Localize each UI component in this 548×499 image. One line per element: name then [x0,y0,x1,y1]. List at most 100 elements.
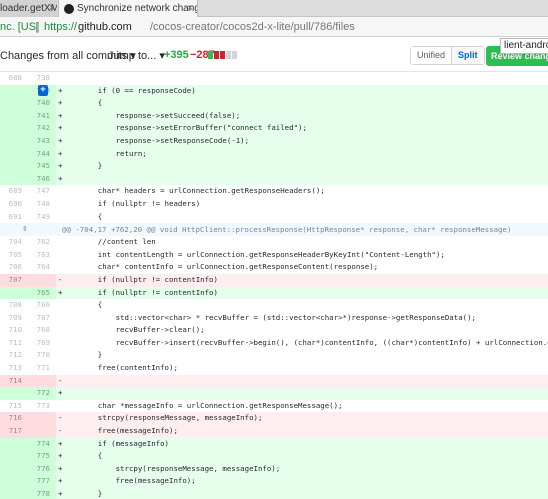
new-line-number[interactable]: 765 [28,286,56,300]
old-line-number[interactable]: 715 [0,399,28,413]
new-line-number[interactable]: 749 [28,210,56,224]
new-line-number[interactable]: 775 [28,450,56,463]
diff-marker: + [58,161,63,171]
browser-tab-active[interactable]: Synchronize network changes × [58,0,198,17]
new-line-number[interactable]: 762 [28,236,56,249]
new-line-number[interactable]: 773 [28,399,56,413]
new-line-number[interactable]: 769 [28,336,56,350]
address-bar[interactable]: nc. [US] | https:// github.com /cocos-cr… [0,17,548,37]
browser-tab[interactable]: loader.getXM × [0,0,57,17]
old-line-number[interactable] [0,97,28,110]
old-line-number[interactable]: 690 [0,197,28,211]
diff-line: 741 + response->setSucceed(false); [0,109,548,123]
new-line-number[interactable] [28,374,56,388]
diff-marker: + [58,489,63,498]
add-comment-icon[interactable]: + [38,84,48,96]
browser-tab-bar: loader.getXM × Synchronize network chang… [0,0,548,17]
old-line-number[interactable]: 714 [0,374,28,388]
old-line-number[interactable] [0,122,28,135]
code-text: if (nullptr != contentInfo) [80,274,218,284]
new-line-number[interactable]: 778 [28,488,56,499]
diff-line: 777 + free(messageInfo); [0,475,548,488]
diff-line: 711 769 recvBuffer->insert(recvBuffer->be… [0,336,548,350]
old-line-number[interactable]: 688 [0,72,28,85]
old-line-number[interactable]: 704 [0,236,28,249]
tooltip: lient-android [500,38,548,54]
new-line-number[interactable]: 738 [28,72,56,85]
old-line-number[interactable]: 689 [0,185,28,198]
unified-view-button[interactable]: Unified [411,47,453,64]
new-line-number[interactable]: 777 [28,475,56,488]
diff-view-toggle: Unified Split [410,46,485,65]
close-icon[interactable]: × [49,0,55,17]
new-line-number[interactable] [28,425,56,438]
new-line-number[interactable]: 745 [28,160,56,173]
old-line-number[interactable]: 705 [0,248,28,262]
old-line-number[interactable]: 691 [0,210,28,224]
tab-title: Synchronize network changes [77,3,198,14]
code-text: { [80,451,103,461]
new-line-number[interactable]: 741 [28,109,56,123]
code-text: char* headers = urlConnection.getRespons… [80,186,325,196]
old-line-number[interactable]: 713 [0,362,28,375]
new-line-number[interactable]: 764 [28,261,56,274]
new-line-number[interactable]: 772 [28,387,56,400]
old-line-number[interactable] [0,462,28,476]
diff-marker: + [58,388,63,398]
hunk-header-row: ⇳ @@ -704,17 +762,20 @@ void HttpClient::… [0,223,548,237]
old-line-number[interactable]: 709 [0,311,28,325]
old-line-number[interactable] [0,475,28,488]
old-line-number[interactable] [0,286,28,300]
old-line-number[interactable] [0,387,28,400]
new-line-number[interactable]: 743 [28,134,56,148]
old-line-number[interactable]: 710 [0,324,28,337]
old-line-number[interactable] [0,134,28,148]
old-line-number[interactable] [0,488,28,499]
new-line-number[interactable]: 766 [28,299,56,312]
split-view-button[interactable]: Split [452,47,484,64]
pr-files-toolbar: Changes from all commits ▾ Jump to... ▾ … [0,38,548,72]
new-line-number[interactable]: 776 [28,462,56,476]
new-line-number[interactable]: 740 [28,97,56,110]
new-line-number[interactable]: 742 [28,122,56,135]
new-line-number[interactable]: 774 [28,437,56,451]
code-text: { [80,211,103,221]
jump-to-dropdown[interactable]: Jump to... ▾ [108,49,165,62]
old-line-number[interactable] [0,109,28,123]
new-line-number[interactable]: 748 [28,197,56,211]
new-line-number[interactable] [28,273,56,287]
diff-marker: + [58,173,63,183]
new-line-number[interactable]: 744 [28,147,56,161]
new-line-number[interactable]: 763 [28,248,56,262]
new-line-number[interactable]: 770 [28,349,56,363]
new-line-number[interactable]: 768 [28,324,56,337]
old-line-number[interactable]: 707 [0,273,28,287]
diffstat-block [214,51,219,59]
old-line-number[interactable]: 717 [0,425,28,438]
close-icon[interactable]: × [187,0,193,17]
new-line-number[interactable]: 747 [28,185,56,198]
old-line-number[interactable] [0,147,28,161]
old-line-number[interactable] [0,172,28,186]
diff-line: 688 738 [0,72,548,85]
old-line-number[interactable] [0,450,28,463]
new-line-number[interactable]: 767 [28,311,56,325]
new-line-number[interactable]: 746 [28,172,56,186]
expand-lines-icon[interactable]: ⇳ [22,223,27,236]
new-line-number[interactable]: 771 [28,362,56,375]
old-line-number[interactable] [0,160,28,173]
old-line-number[interactable]: 716 [0,412,28,426]
old-line-number[interactable]: 711 [0,336,28,350]
old-line-number[interactable]: 706 [0,261,28,274]
new-line-number[interactable] [28,412,56,426]
old-line-number[interactable]: 708 [0,299,28,312]
diff-marker: - [58,426,63,436]
diff-line: 775 + { [0,450,548,463]
old-line-number[interactable]: 712 [0,349,28,363]
diff-line: 743 + response->setResponseCode(-1); [0,134,548,148]
diff-line: 707 - if (nullptr != contentInfo) [0,273,548,287]
code-text: } [80,350,103,360]
old-line-number[interactable] [0,437,28,451]
code-text: response->setResponseCode(-1); [80,135,250,145]
old-line-number[interactable] [0,84,28,98]
